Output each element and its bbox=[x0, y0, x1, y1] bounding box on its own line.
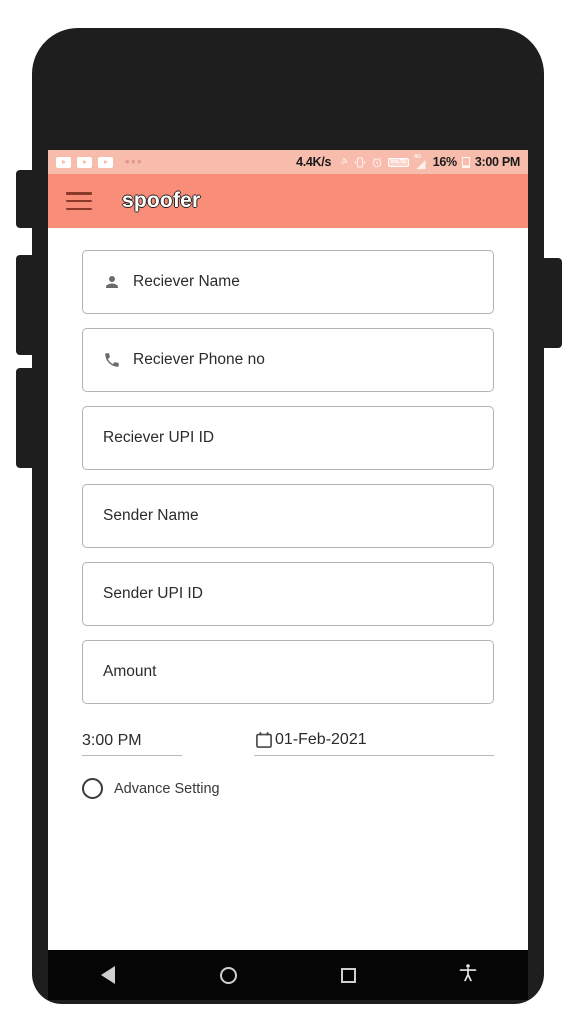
nav-home-button[interactable] bbox=[168, 966, 288, 984]
notification-icons bbox=[56, 156, 113, 168]
wifi-icon bbox=[336, 156, 349, 169]
sender-upi-id-field[interactable]: Sender UPI ID bbox=[82, 562, 494, 626]
signal-bars-icon: 4G bbox=[414, 154, 428, 170]
youtube-icon bbox=[77, 156, 92, 168]
home-circle-icon bbox=[219, 966, 237, 984]
reciever-phone-field[interactable]: Reciever Phone no bbox=[82, 328, 494, 392]
hamburger-menu-icon[interactable] bbox=[66, 192, 92, 210]
alarm-icon bbox=[371, 156, 383, 169]
accessibility-icon bbox=[458, 962, 478, 989]
hamburger-bar bbox=[66, 192, 92, 195]
network-speed-label: 4.4K/s bbox=[296, 155, 332, 169]
date-value: 01-Feb-2021 bbox=[275, 731, 367, 748]
nav-back-button[interactable] bbox=[48, 966, 168, 984]
advance-setting-row[interactable]: Advance Setting bbox=[48, 756, 528, 799]
back-triangle-icon bbox=[101, 966, 115, 984]
field-label: Sender UPI ID bbox=[103, 585, 203, 602]
notification-overflow-icon: ••• bbox=[125, 154, 144, 169]
person-icon bbox=[103, 273, 121, 291]
battery-percent-label: 16% bbox=[432, 155, 457, 169]
field-label: Reciever Name bbox=[133, 273, 240, 290]
nav-recents-button[interactable] bbox=[288, 967, 408, 983]
field-label: Reciever UPI ID bbox=[103, 429, 215, 446]
app-title: spoofer bbox=[122, 189, 201, 212]
time-picker[interactable]: 3:00 PM bbox=[82, 732, 182, 756]
amount-field[interactable]: Amount bbox=[82, 640, 494, 704]
android-navigation-bar bbox=[48, 950, 528, 1000]
side-button[interactable] bbox=[16, 368, 36, 468]
radio-unchecked-icon[interactable] bbox=[82, 778, 103, 799]
form-area: Reciever Name Reciever Phone no Reciever… bbox=[48, 228, 528, 704]
vibrate-icon bbox=[354, 156, 366, 169]
battery-icon bbox=[461, 156, 470, 168]
volume-up-button[interactable] bbox=[16, 170, 36, 228]
field-label: Reciever Phone no bbox=[133, 351, 265, 368]
status-bar: ••• 4.4K/s VoLTE 4G 16% 3:00 PM bbox=[48, 150, 528, 174]
app-bar: spoofer bbox=[48, 174, 528, 228]
status-bar-right: 4.4K/s VoLTE 4G 16% 3:00 PM bbox=[296, 154, 520, 170]
hamburger-bar bbox=[66, 199, 92, 203]
recents-square-icon bbox=[340, 967, 356, 983]
date-picker[interactable]: 01-Feb-2021 bbox=[254, 730, 494, 756]
field-label: Sender Name bbox=[103, 507, 199, 524]
phone-mockup: ••• 4.4K/s VoLTE 4G 16% 3:00 PM spoofer … bbox=[0, 0, 576, 1024]
youtube-icon bbox=[98, 156, 113, 168]
phone-icon bbox=[103, 351, 121, 369]
field-label: Amount bbox=[103, 663, 157, 680]
reciever-name-field[interactable]: Reciever Name bbox=[82, 250, 494, 314]
youtube-icon bbox=[56, 156, 71, 168]
time-value: 3:00 PM bbox=[82, 732, 142, 749]
status-bar-clock: 3:00 PM bbox=[474, 155, 520, 169]
nav-accessibility-button[interactable] bbox=[408, 962, 528, 989]
hamburger-bar bbox=[66, 207, 92, 210]
power-button[interactable] bbox=[542, 258, 562, 348]
datetime-row: 3:00 PM 01-Feb-2021 bbox=[48, 718, 528, 756]
advance-setting-label: Advance Setting bbox=[114, 780, 220, 797]
reciever-upi-id-field[interactable]: Reciever UPI ID bbox=[82, 406, 494, 470]
sender-name-field[interactable]: Sender Name bbox=[82, 484, 494, 548]
calendar-icon bbox=[254, 730, 274, 750]
volte-badge: VoLTE bbox=[388, 157, 409, 167]
volume-down-button[interactable] bbox=[16, 255, 36, 355]
phone-screen: ••• 4.4K/s VoLTE 4G 16% 3:00 PM spoofer … bbox=[48, 150, 528, 950]
